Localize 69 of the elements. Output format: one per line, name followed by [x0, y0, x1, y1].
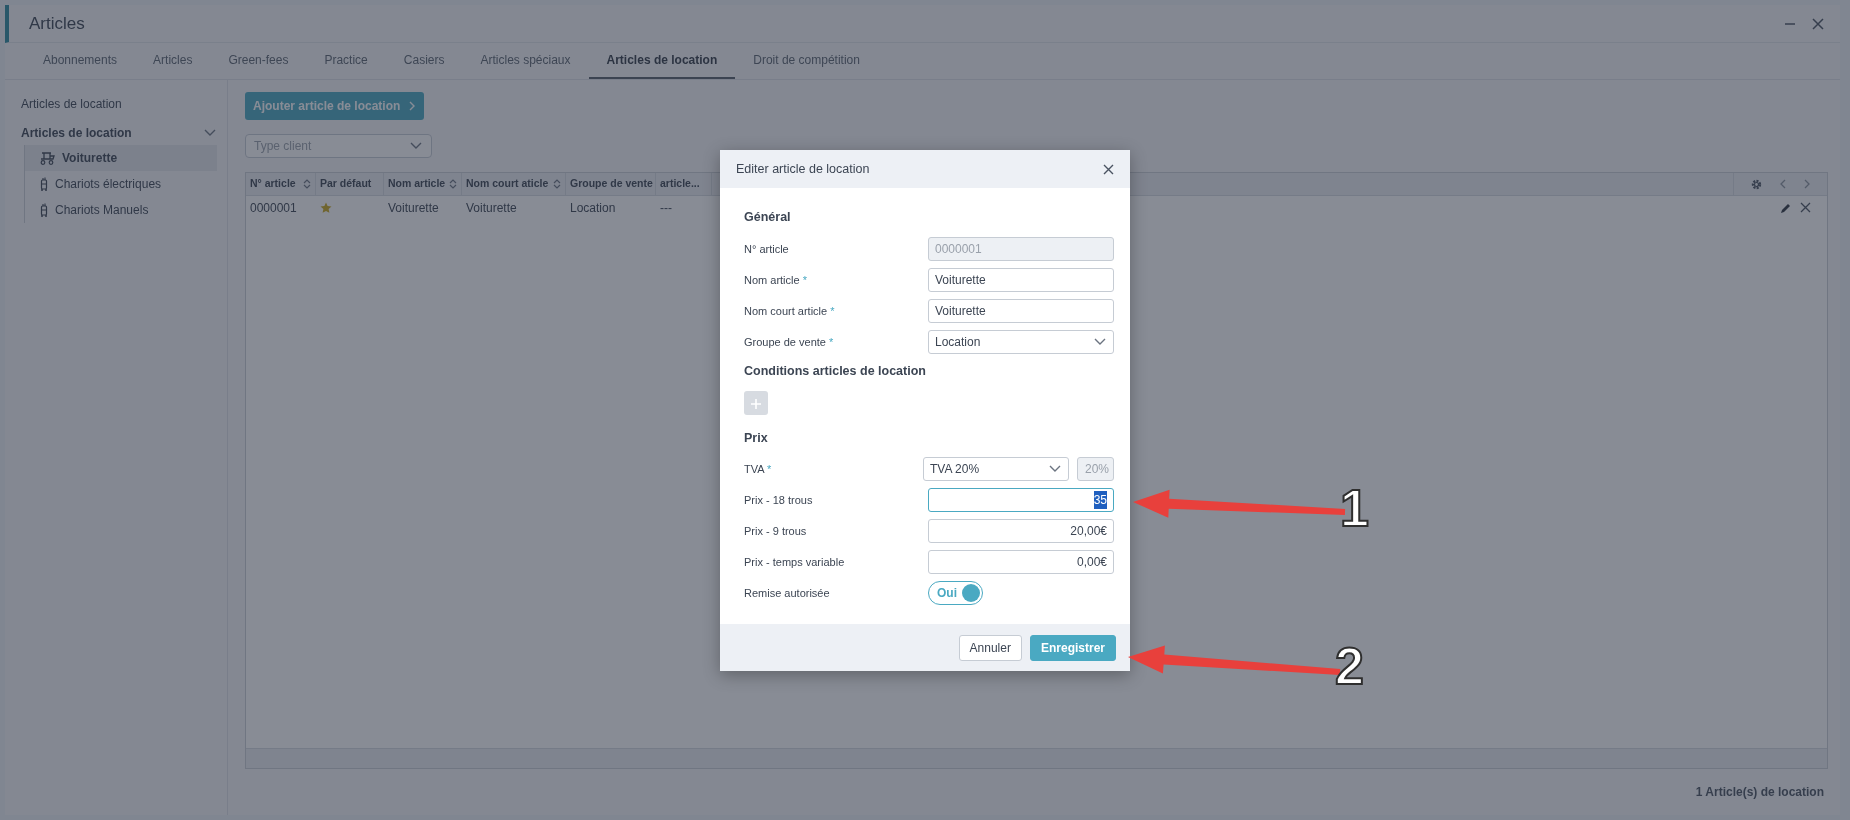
field-label: TVA *: [744, 462, 772, 477]
column-header[interactable]: article...: [656, 173, 712, 195]
table-cell-text: Voiturette: [465, 199, 518, 217]
column-header[interactable]: Nom article: [384, 173, 462, 195]
table-cell-text: ---: [659, 199, 673, 217]
dialog-title: Editer article de location: [736, 160, 870, 178]
section-title: Conditions articles de location: [744, 362, 927, 380]
section-title: Prix: [744, 429, 769, 447]
record-count: 1 Article(s) de location: [1694, 784, 1825, 801]
sidebar-item[interactable]: Chariots électriques: [24, 171, 217, 197]
sort-icon: [303, 178, 311, 190]
column-header[interactable]: Nom court aticle: [462, 173, 566, 195]
toggle-switch[interactable]: Oui: [928, 581, 983, 606]
field-label: Prix - 9 trous: [744, 524, 807, 539]
tab[interactable]: Casiers: [385, 43, 463, 79]
sidebar-item[interactable]: Voiturette: [24, 145, 217, 171]
column-header[interactable]: Par défaut: [316, 173, 384, 195]
annotation-number: 2: [1335, 640, 1364, 692]
settings-icon[interactable]: [1750, 177, 1763, 191]
table-cell-text: Location: [569, 199, 617, 217]
sidebar-group[interactable]: Articles de location: [21, 124, 132, 142]
tab[interactable]: Droit de compétition: [735, 43, 878, 79]
tab[interactable]: Practice: [306, 43, 386, 79]
field-label: Prix - temps variable: [744, 555, 845, 570]
close-icon[interactable]: [1103, 163, 1114, 175]
field-label: Groupe de vente *: [744, 334, 834, 350]
close-icon[interactable]: [1800, 202, 1811, 213]
golf-bag-icon: [39, 203, 49, 217]
annotation-number: 1: [1340, 482, 1369, 534]
field-label: Nom court article *: [744, 303, 835, 319]
field-label: N° article: [744, 241, 789, 257]
dropdown[interactable]: TVA 20%: [923, 457, 1069, 482]
input-field[interactable]: 0,00€: [928, 550, 1114, 575]
save-button[interactable]: Enregistrer: [1029, 634, 1116, 661]
chevron-left-icon[interactable]: [1779, 178, 1787, 190]
cancel-button[interactable]: Annuler: [958, 634, 1022, 661]
table-cell-text: 0000001: [249, 199, 298, 217]
chevron-right-icon[interactable]: [1803, 178, 1811, 190]
sort-icon: [553, 178, 561, 190]
input-field[interactable]: 20,00€: [928, 519, 1114, 544]
chevron-right-icon: [408, 100, 417, 112]
tab[interactable]: Articles de location: [588, 43, 736, 79]
column-header[interactable]: Groupe de vente: [566, 173, 656, 195]
tab[interactable]: Articles spéciaux: [462, 43, 589, 79]
field-label: Remise autorisée: [744, 586, 830, 601]
input-field[interactable]: Voiturette: [928, 267, 1114, 292]
sidebar-heading[interactable]: Articles de location: [21, 92, 217, 116]
window-title: Articles: [29, 12, 86, 35]
tab[interactable]: Abonnements: [25, 43, 136, 79]
golf-cart-icon: [39, 151, 56, 165]
input-field: 20%: [1077, 457, 1114, 482]
sort-icon: [449, 178, 457, 190]
field-label: Nom article *: [744, 272, 807, 288]
input-field: 0000001: [928, 236, 1114, 261]
sidebar-item[interactable]: Chariots Manuels: [24, 197, 217, 223]
golf-bag-icon: [39, 177, 49, 191]
input-field[interactable]: Voiturette: [928, 298, 1114, 323]
column-header[interactable]: N° article: [246, 173, 316, 195]
table-cell-text: Voiturette: [387, 199, 440, 217]
pencil-icon[interactable]: [1780, 201, 1792, 214]
plus-icon: [750, 397, 762, 410]
field-label: Prix - 18 trous: [744, 493, 813, 508]
tab[interactable]: Green-fees: [210, 43, 307, 79]
section-title: Général: [744, 209, 792, 226]
dropdown[interactable]: Location: [928, 329, 1114, 354]
input-field[interactable]: 35: [928, 488, 1114, 513]
close-icon[interactable]: [1812, 17, 1824, 30]
add-article-button[interactable]: Ajouter article de location: [245, 92, 425, 120]
tab[interactable]: Articles: [135, 43, 211, 79]
